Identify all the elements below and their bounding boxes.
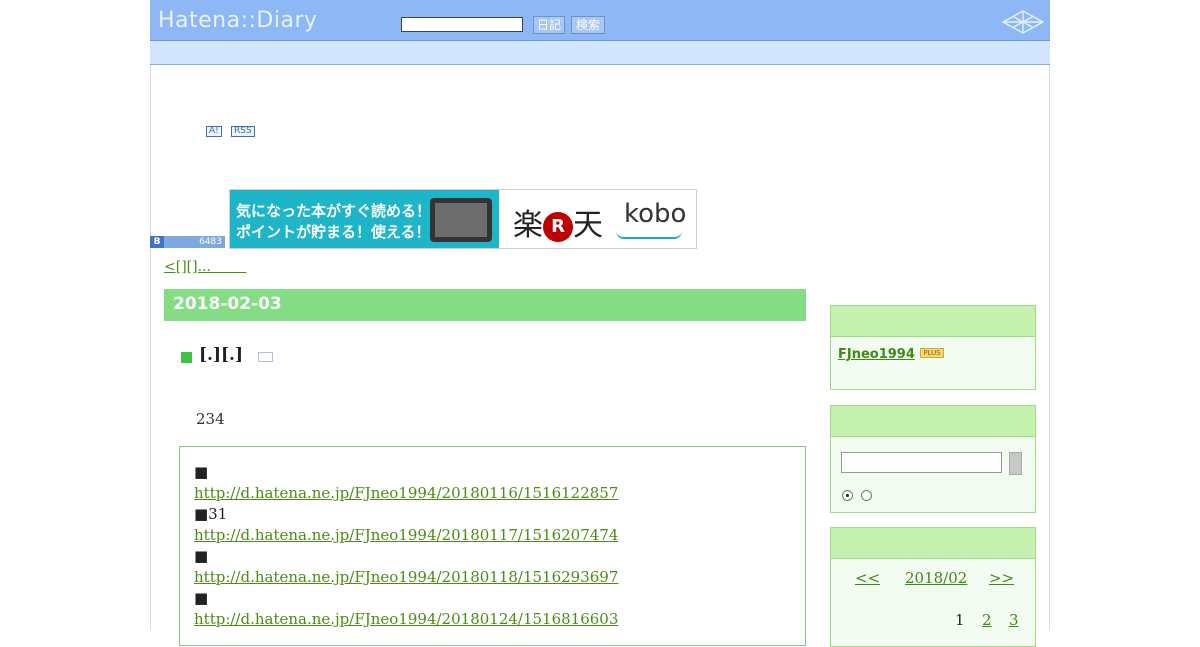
page: Hatena::Diary 日記 検索 A! RSS B 6483 気になった本…	[0, 0, 1200, 647]
diary-search-button[interactable]: 日記	[533, 16, 565, 34]
star-add-icon[interactable]	[258, 352, 273, 362]
tablet-screen	[435, 203, 487, 237]
rakuten-r-icon: R	[543, 211, 573, 242]
calendar-module-header	[831, 528, 1035, 559]
quote-link[interactable]: http://d.hatena.ne.jp/FJneo1994/20180124…	[194, 610, 618, 628]
search-scope-radio-selected[interactable]	[842, 490, 853, 501]
entry-date[interactable]: 2018-02-03	[173, 294, 282, 314]
quote-marker: ■	[194, 589, 209, 607]
ad-headline-1: 気になった本がすぐ読める！	[236, 202, 432, 220]
search-module	[830, 405, 1036, 513]
bookmark-count: 6483	[199, 237, 222, 247]
top-bar: Hatena::Diary 日記 検索	[150, 0, 1050, 41]
entry-body-text: 234	[196, 410, 225, 428]
quote-link[interactable]: http://d.hatena.ne.jp/FJneo1994/20180116…	[194, 484, 618, 502]
hatena-mark-icon[interactable]	[1002, 10, 1044, 34]
kobo-logo: kobo	[624, 199, 687, 229]
quote-link[interactable]: http://d.hatena.ne.jp/FJneo1994/20180118…	[194, 568, 618, 586]
quote-marker: ■	[194, 547, 209, 565]
bookmark-counter[interactable]: B 6483	[150, 236, 225, 248]
header-search-input[interactable]	[401, 17, 523, 32]
ad-headline-2: ポイントが貯まる！使える！	[236, 223, 431, 241]
rakuten-ten: 天	[573, 208, 603, 243]
quote-link[interactable]: http://d.hatena.ne.jp/FJneo1994/20180117…	[194, 526, 618, 544]
rss-badge[interactable]: RSS	[231, 126, 255, 137]
sub-bar	[150, 41, 1050, 65]
calendar-month-link[interactable]: 2018/02	[905, 569, 967, 587]
hatena-diary-logo[interactable]: Hatena::Diary	[158, 8, 318, 33]
entry-title[interactable]: [.][.]	[199, 345, 243, 365]
antenna-badge[interactable]: A!	[206, 126, 222, 137]
plus-badge[interactable]: PLUS	[920, 348, 944, 358]
radio-dot	[846, 494, 849, 497]
profile-module-header	[831, 306, 1035, 337]
calendar-day-link[interactable]: 2	[982, 611, 992, 629]
calendar-prev-link[interactable]: <<	[855, 569, 880, 587]
date-header[interactable]: 2018-02-03	[164, 289, 806, 321]
quote-marker: ■31	[194, 505, 228, 523]
section-square-icon[interactable]	[181, 352, 192, 363]
rakuten-raku: 楽	[513, 208, 543, 243]
search-button[interactable]: 検索	[571, 16, 605, 34]
calendar-module: << 2018/02 >> 1 2 3	[830, 527, 1036, 647]
search-module-header	[831, 406, 1035, 437]
kobo-swoosh-icon	[616, 231, 682, 239]
search-scope-radio[interactable]	[861, 490, 872, 501]
calendar-day-link[interactable]: 3	[1009, 611, 1019, 629]
quote-box: ■ http://d.hatena.ne.jp/FJneo1994/201801…	[179, 446, 806, 646]
calendar-next-link[interactable]: >>	[989, 569, 1014, 587]
sidebar-search-input[interactable]	[841, 452, 1002, 473]
tablet-image	[430, 198, 492, 242]
rakuten-logo: 楽R天	[513, 200, 603, 244]
ad-banner[interactable]: 気になった本がすぐ読める！ ポイントが貯まる！使える！ 楽R天 kobo	[229, 189, 697, 249]
calendar-day: 1	[955, 611, 965, 629]
bookmark-icon: B	[150, 236, 164, 248]
ad-left-panel: 気になった本がすぐ読める！ ポイントが貯まる！使える！	[230, 190, 499, 248]
sidebar-search-button[interactable]	[1009, 452, 1022, 475]
profile-module: FJneo1994 PLUS	[830, 305, 1036, 390]
profile-username-link[interactable]: FJneo1994	[838, 347, 915, 362]
quote-marker: ■	[194, 463, 209, 481]
previous-entry-link[interactable]: <[][]...	[164, 259, 247, 275]
